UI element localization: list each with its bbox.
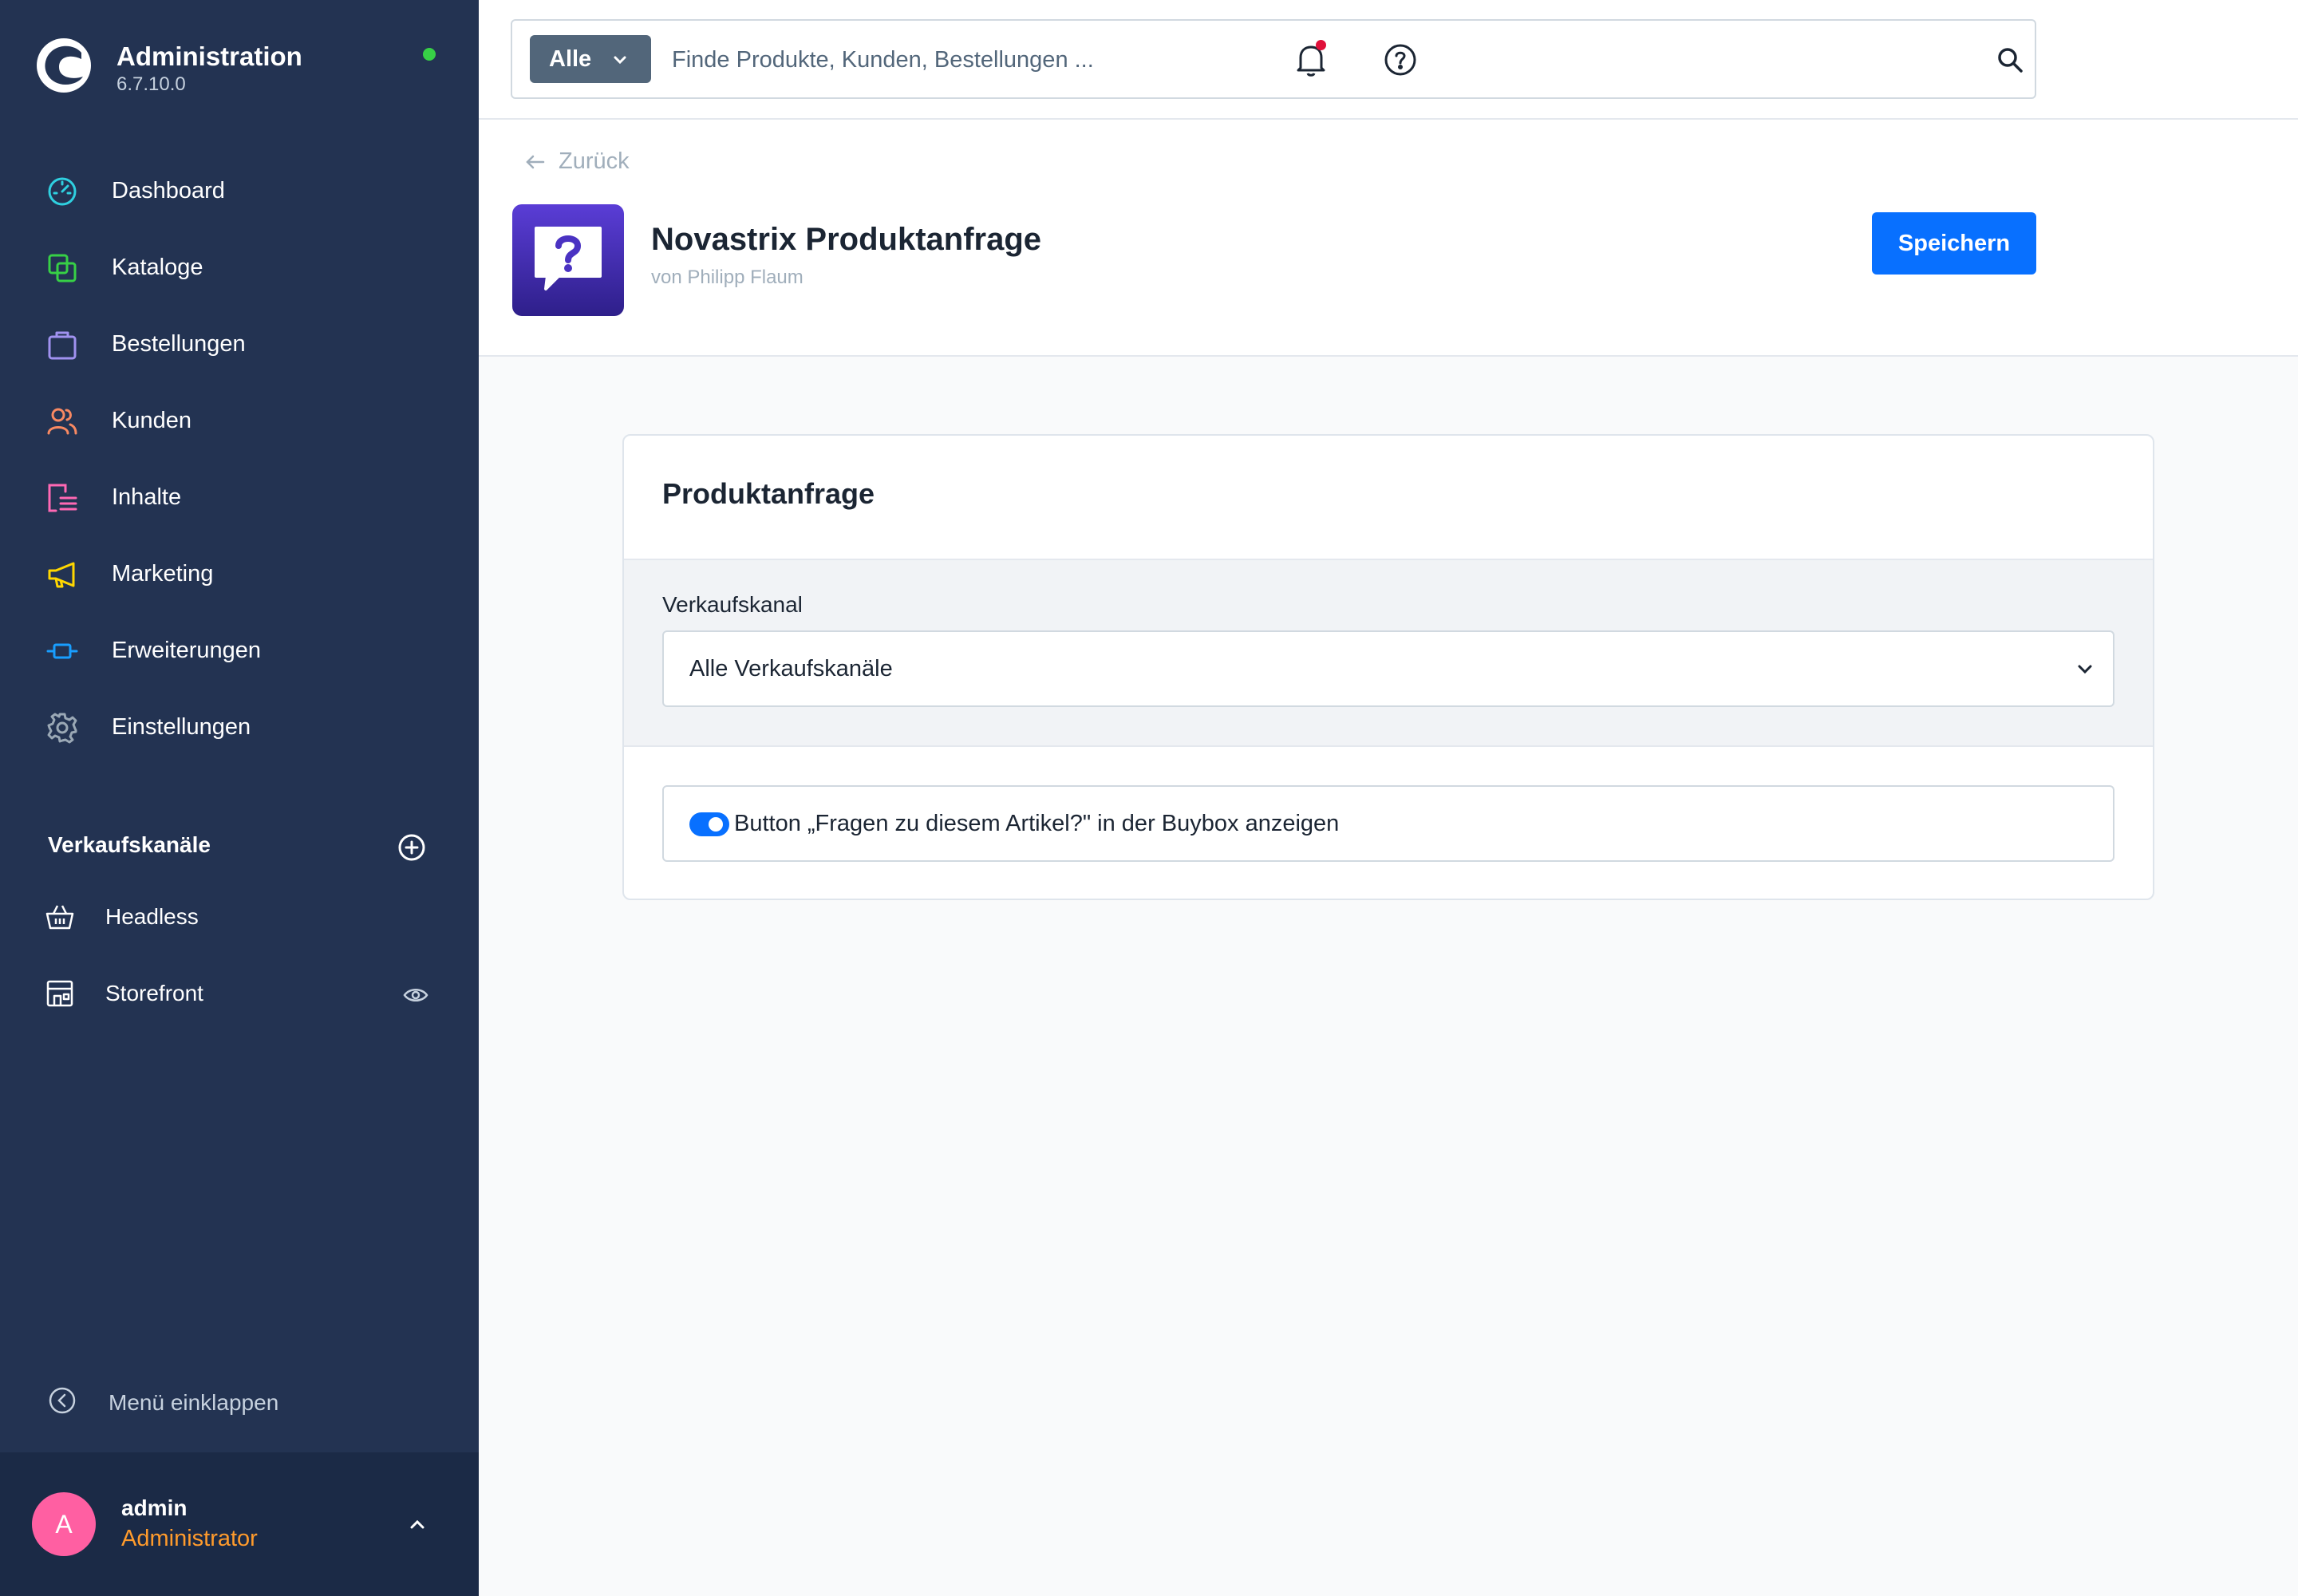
sales-channel-selected-value: Alle Verkaufskanäle	[689, 656, 893, 681]
content-icon	[48, 484, 77, 512]
online-status-dot	[423, 48, 436, 61]
megaphone-icon	[48, 562, 75, 588]
help-circle-icon	[1384, 44, 1416, 76]
sidebar-item-settings[interactable]: Einstellungen	[35, 699, 450, 755]
help-button[interactable]	[1380, 40, 1420, 80]
back-label: Zurück	[559, 148, 630, 174]
sidebar-item-content[interactable]: Inhalte	[35, 469, 450, 525]
settings-card: Produktanfrage Verkaufskanal Alle Verkau…	[622, 434, 2154, 900]
page-title: Novastrix Produktanfrage	[651, 222, 1042, 257]
storefront-icon	[46, 980, 73, 1007]
search-icon[interactable]	[1995, 45, 2025, 75]
top-bar: Alle	[479, 0, 2298, 120]
sales-channel-section: Verkaufskanal Alle Verkaufskanäle	[624, 559, 2153, 747]
app-version: 6.7.10.0	[116, 73, 186, 95]
chevron-down-icon	[2078, 665, 2092, 674]
sidebar-item-label: Einstellungen	[112, 714, 251, 740]
search-scope-dropdown[interactable]: Alle	[530, 35, 651, 83]
shopping-bag-icon	[48, 331, 77, 360]
sidebar-item-label: Inhalte	[112, 484, 182, 510]
user-menu[interactable]: A admin Administrator	[0, 1452, 479, 1596]
sidebar-item-dashboard[interactable]: Dashboard	[35, 163, 450, 219]
sales-channels-title: Verkaufskanäle	[48, 832, 211, 857]
sidebar-item-label: Kunden	[112, 408, 192, 433]
user-name: admin	[121, 1495, 188, 1520]
chevron-up-icon[interactable]	[404, 1511, 431, 1539]
brand[interactable]: Administration 6.7.10.0	[35, 37, 450, 101]
sidebar-item-customers[interactable]: Kunden	[35, 393, 450, 448]
sidebar-item-label: Kataloge	[112, 255, 203, 280]
user-role: Administrator	[121, 1526, 258, 1551]
notifications-button[interactable]	[1291, 40, 1331, 80]
notification-badge	[1316, 40, 1326, 50]
card-title: Produktanfrage	[662, 477, 875, 510]
buybox-button-setting: Button „Fragen zu diesem Artikel?" in de…	[662, 785, 2114, 862]
sidebar-item-extensions[interactable]: Erweiterungen	[35, 622, 450, 678]
page-header: Zurück Novastrix Produktanfrage von Phil…	[479, 120, 2298, 357]
back-link[interactable]: Zurück	[523, 144, 683, 179]
sales-channel-storefront[interactable]: Storefront	[45, 967, 444, 1018]
save-button[interactable]: Speichern	[1872, 212, 2036, 275]
collapse-menu-button[interactable]: Menü einklappen	[46, 1377, 365, 1424]
sidebar-item-label: Dashboard	[112, 178, 225, 203]
search-scope-label: Alle	[549, 46, 592, 72]
sales-channel-select[interactable]: Alle Verkaufskanäle	[662, 630, 2114, 707]
sales-channel-label: Storefront	[105, 981, 203, 1005]
app-title: Administration	[116, 41, 302, 71]
chevron-left-circle-icon	[49, 1387, 76, 1414]
global-search: Alle	[511, 19, 2036, 99]
collapse-menu-label: Menü einklappen	[109, 1390, 279, 1415]
chevron-down-icon	[614, 56, 626, 65]
basket-icon	[45, 905, 74, 930]
sales-channel-label: Headless	[105, 904, 199, 929]
gear-icon	[47, 713, 77, 744]
plus-circle-icon[interactable]	[396, 832, 428, 863]
eye-icon[interactable]	[402, 982, 429, 1009]
catalog-icon	[48, 254, 77, 282]
plugin-icon	[512, 204, 624, 316]
buybox-button-toggle[interactable]	[689, 812, 729, 836]
sales-channel-field-label: Verkaufskanal	[662, 592, 803, 617]
question-bubble-icon	[535, 227, 602, 290]
sidebar-item-orders[interactable]: Bestellungen	[35, 316, 450, 372]
toggle-knob	[709, 817, 723, 832]
sidebar-item-label: Marketing	[112, 561, 214, 587]
plugin-author: von Philipp Flaum	[651, 267, 804, 288]
shopware-logo-icon	[37, 38, 91, 93]
gauge-icon	[48, 177, 77, 206]
plug-icon	[46, 643, 78, 659]
sidebar: Administration 6.7.10.0 Dashboard Katalo…	[0, 0, 479, 1596]
sidebar-item-marketing[interactable]: Marketing	[35, 546, 450, 602]
sales-channel-headless[interactable]: Headless	[45, 891, 444, 942]
buybox-button-toggle-label: Button „Fragen zu diesem Artikel?" in de…	[734, 811, 1340, 836]
avatar: A	[32, 1492, 96, 1556]
search-input[interactable]	[672, 38, 1869, 81]
sidebar-item-label: Erweiterungen	[112, 638, 261, 663]
sidebar-item-catalogs[interactable]: Kataloge	[35, 239, 450, 295]
sidebar-item-label: Bestellungen	[112, 331, 246, 357]
users-icon	[47, 408, 77, 435]
arrow-left-icon	[526, 155, 545, 169]
